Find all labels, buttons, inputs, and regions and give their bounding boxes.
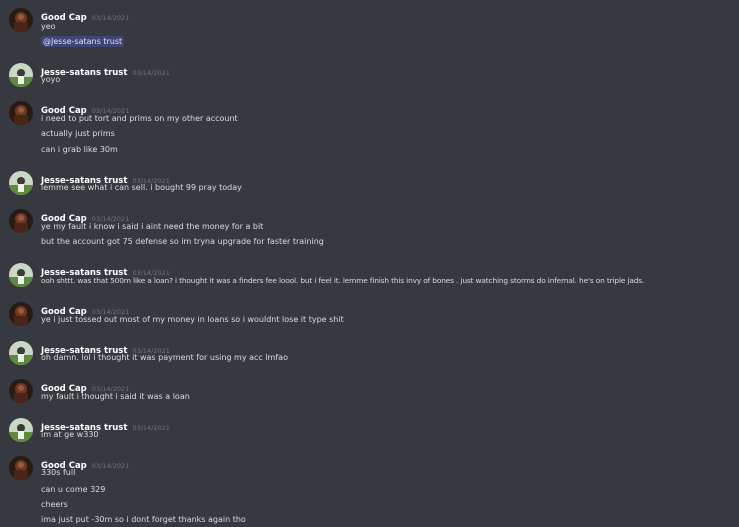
message-text: cheers [41, 500, 68, 509]
avatar[interactable] [9, 379, 33, 403]
message-text: im at ge w330 [41, 430, 99, 439]
avatar[interactable] [9, 171, 33, 195]
avatar[interactable] [9, 456, 33, 480]
message-text: oh damn. lol i thought it was payment fo… [41, 353, 288, 362]
message-text: can i grab like 30m [41, 145, 118, 154]
avatar[interactable] [9, 209, 33, 233]
message-header: Good Cap 03/14/2021 [41, 8, 130, 23]
avatar[interactable] [9, 263, 33, 287]
avatar[interactable] [9, 63, 33, 87]
message-text: ye i just tossed out most of my money in… [41, 315, 344, 324]
user-mention[interactable]: @Jesse-satans trust [41, 36, 125, 47]
timestamp: 03/14/2021 [91, 462, 130, 470]
message-text: lemme see what i can sell. i bought 99 p… [41, 183, 242, 192]
message-text: ye my fault i know i said i aint need th… [41, 222, 264, 231]
message-text: 330s full [41, 468, 76, 477]
avatar[interactable] [9, 418, 33, 442]
chat-log: Good Cap 03/14/2021 yeo @Jesse-satans tru… [0, 0, 739, 527]
timestamp: 03/14/2021 [132, 424, 170, 432]
message-text: actually just prims [41, 129, 115, 138]
message-text: can u come 329 [41, 485, 106, 494]
message-header: Jesse-satans trust 03/14/2021 [41, 63, 170, 78]
timestamp: 03/14/2021 [132, 69, 170, 77]
avatar[interactable] [9, 302, 33, 326]
avatar[interactable] [9, 101, 33, 125]
avatar[interactable] [9, 8, 33, 32]
message-text: i need to put tort and prims on my other… [41, 114, 238, 123]
message-text: but the account got 75 defense so im try… [41, 237, 324, 246]
message-text: yoyo [41, 75, 61, 84]
message-text: ima just put -30m so i dont forget thank… [41, 515, 246, 524]
avatar[interactable] [9, 341, 33, 365]
message-text: yeo [41, 22, 56, 31]
message-text: ooh shttt. was that 500m like a loan? i … [41, 276, 645, 285]
timestamp: 03/14/2021 [91, 14, 130, 22]
message-text: my fault i thought i said it was a loan [41, 392, 190, 401]
message-text: @Jesse-satans trust [41, 36, 125, 48]
